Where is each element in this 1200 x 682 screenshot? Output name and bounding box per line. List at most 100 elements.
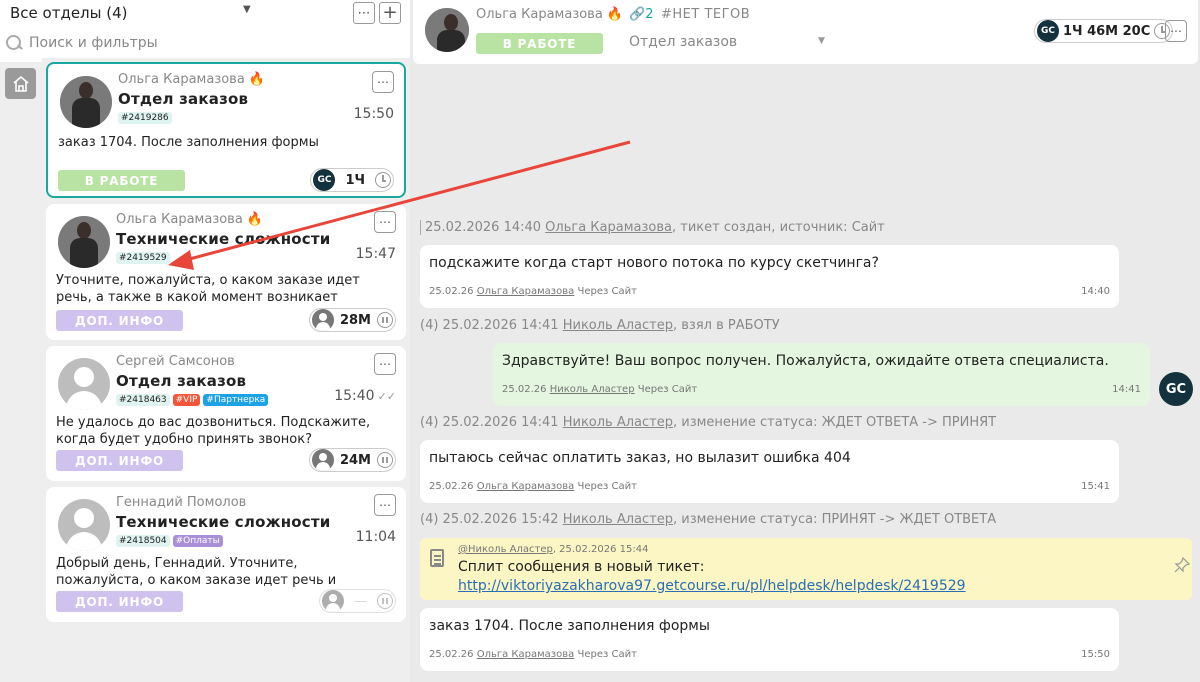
tag-id[interactable]: #2418463: [116, 394, 170, 406]
message-text: Здравствуйте! Ваш вопрос получен. Пожалу…: [502, 353, 1109, 369]
ticket-card[interactable]: Ольга Карамазова 🔥 Отдел заказов #2419286…: [46, 62, 406, 198]
message-author[interactable]: Ольга Карамазова: [477, 286, 575, 297]
tag-id[interactable]: #2419529: [116, 252, 170, 264]
search-input[interactable]: Поиск и фильтры: [5, 32, 245, 54]
fire-icon: 🔥: [606, 7, 624, 22]
ticket-card[interactable]: Геннадий Помолов Технические сложности #…: [46, 487, 406, 622]
ticket-timer[interactable]: GC 1Ч 46М 20С: [1034, 19, 1174, 43]
ticket-author: Сергей Самсонов: [116, 354, 235, 369]
status-button[interactable]: ДОП. ИНФО: [56, 310, 183, 331]
status-button[interactable]: ДОП. ИНФО: [56, 450, 183, 471]
status-button[interactable]: В РАБОТЕ: [476, 33, 603, 54]
tag-id[interactable]: #2418504: [116, 535, 170, 547]
message-meta: 25.02.26 Ольга Карамазова Через Сайт: [429, 649, 637, 660]
message-text: подскажите когда старт нового потока по …: [429, 255, 879, 271]
ticket-preview: Не удалось до вас дозвониться. Подскажит…: [56, 415, 371, 447]
department-select[interactable]: Отдел заказов: [629, 34, 737, 50]
system-event: (4) 25.02.2026 14:41 Николь Аластер, изм…: [420, 415, 996, 430]
note-link[interactable]: http://viktoriyazakharova97.getcourse.ru…: [458, 578, 966, 594]
tag-partner[interactable]: #Партнерка: [203, 394, 269, 406]
ticket-author: Ольга Карамазова 🔥: [118, 72, 265, 87]
status-button[interactable]: В РАБОТЕ: [58, 170, 185, 191]
timer-value: 24М: [339, 452, 371, 468]
message-meta: 25.02.26 Ольга Карамазова Через Сайт: [429, 286, 637, 297]
message-author[interactable]: Ольга Карамазова: [477, 481, 575, 492]
system-event: (4) 25.02.2026 14:41 Николь Аластер, взя…: [420, 318, 780, 333]
ticket-menu-button[interactable]: ⋯: [372, 71, 394, 93]
ticket-list: Ольга Карамазова 🔥 Отдел заказов #2419286…: [42, 58, 410, 682]
ticket-preview: Уточните, пожалуйста, о каком заказе иде…: [56, 273, 360, 305]
home-button[interactable]: [5, 68, 36, 99]
department-selector[interactable]: Все отделы (4): [10, 4, 128, 22]
ticket-subject: Отдел заказов: [118, 90, 249, 108]
ticket-subject: Отдел заказов: [116, 372, 247, 390]
ticket-menu-button[interactable]: ⋯: [374, 353, 396, 375]
ticket-author-name: Ольга Карамазова: [116, 212, 243, 227]
ticket-card[interactable]: Ольга Карамазова 🔥 Технические сложности …: [46, 204, 406, 340]
header-menu-button[interactable]: ⋯: [1165, 20, 1187, 42]
note-author[interactable]: @Николь Аластер: [458, 544, 553, 555]
ticket-subject: Технические сложности: [116, 230, 331, 248]
double-check-icon: ✓✓: [377, 390, 396, 403]
tags-label[interactable]: #НЕТ ТЕГОВ: [661, 7, 750, 22]
ticket-card[interactable]: Сергей Самсонов Отдел заказов #2418463 #…: [46, 346, 406, 481]
message-author[interactable]: Николь Аластер: [550, 384, 635, 395]
message-bubble: заказ 1704. После заполнения формы 25.02…: [420, 608, 1119, 671]
tag-id[interactable]: #2419286: [118, 112, 172, 124]
message-time: 15:50: [1081, 649, 1110, 660]
ticket-sidebar: Все отделы (4) ▼ ⋯ + Поиск и фильтры Оль…: [0, 0, 410, 682]
message-source: Через Сайт: [637, 384, 698, 395]
chevron-down-icon[interactable]: ▼: [243, 4, 251, 15]
user-icon: [311, 309, 334, 331]
event-user[interactable]: Ольга Карамазова: [545, 220, 672, 235]
more-menu-button[interactable]: ⋯: [353, 2, 375, 24]
ticket-tags: #2418504 #Оплаты: [116, 535, 223, 547]
event-text: , взял в РАБОТУ: [673, 318, 780, 333]
event-user[interactable]: Николь Аластер: [563, 512, 673, 527]
avatar: [425, 8, 469, 52]
ticket-timer[interactable]: GC 1Ч: [310, 168, 394, 192]
system-event: 25.02.2026 14:40 Ольга Карамазова, тикет…: [420, 220, 885, 235]
tag-payments[interactable]: #Оплаты: [172, 535, 223, 547]
event-date: (4) 25.02.2026 15:42: [420, 512, 559, 527]
message-source: Через Сайт: [577, 481, 637, 492]
ticket-time: 11:04: [355, 529, 396, 545]
ticket-time: 15:50: [353, 106, 394, 122]
event-user[interactable]: Николь Аластер: [563, 415, 673, 430]
tag-vip[interactable]: #VIP: [172, 394, 201, 406]
timer-value: —: [354, 593, 367, 609]
ticket-header: Ольга Карамазова 🔥 🔗2 #НЕТ ТЕГОВ В РАБОТЕ…: [413, 0, 1198, 64]
message-date: 25.02.26: [429, 286, 474, 297]
status-button[interactable]: ДОП. ИНФО: [56, 591, 183, 612]
avatar: [58, 216, 110, 268]
event-user[interactable]: Николь Аластер: [563, 318, 673, 333]
avatar: [58, 358, 110, 410]
internal-note: @Николь Аластер, 25.02.2026 15:44 Сплит …: [420, 538, 1192, 600]
ticket-menu-button[interactable]: ⋯: [374, 494, 396, 516]
ticket-menu-button[interactable]: ⋯: [374, 211, 396, 233]
fire-icon: 🔥: [246, 212, 264, 227]
message-author[interactable]: Ольга Карамазова: [477, 649, 575, 660]
header-author: Ольга Карамазова 🔥: [476, 7, 623, 22]
message-text: заказ 1704. После заполнения формы: [429, 618, 710, 634]
timer-value: 1Ч: [345, 172, 365, 188]
event-text: , изменение статуса: ПРИНЯТ -> ЖДЕТ ОТВЕ…: [673, 512, 997, 527]
ticket-timer[interactable]: 24М: [308, 448, 396, 472]
add-ticket-button[interactable]: +: [379, 2, 401, 24]
pause-icon: [377, 593, 393, 609]
more-icon: ⋯: [357, 5, 371, 21]
note-title: Сплит сообщения в новый тикет:: [458, 559, 705, 575]
gc-logo-icon: GC: [1037, 20, 1059, 42]
message-date: 25.02.26: [502, 384, 547, 395]
ticket-detail: Ольга Карамазова 🔥 🔗2 #НЕТ ТЕГОВ В РАБОТЕ…: [410, 0, 1200, 682]
header-author-name[interactable]: Ольга Карамазова: [476, 7, 603, 22]
ticket-tags: #2419286: [118, 112, 172, 124]
linked-tickets[interactable]: 🔗2: [629, 7, 653, 22]
pin-icon[interactable]: [1174, 556, 1191, 573]
ticket-tags: #2419529: [116, 252, 170, 264]
ticket-timer[interactable]: 28М: [308, 308, 396, 332]
ticket-timer[interactable]: —: [319, 589, 396, 613]
search-placeholder: Поиск и фильтры: [29, 35, 158, 51]
chevron-down-icon[interactable]: ▼: [818, 36, 825, 46]
gc-logo-icon: GC: [1159, 372, 1193, 406]
